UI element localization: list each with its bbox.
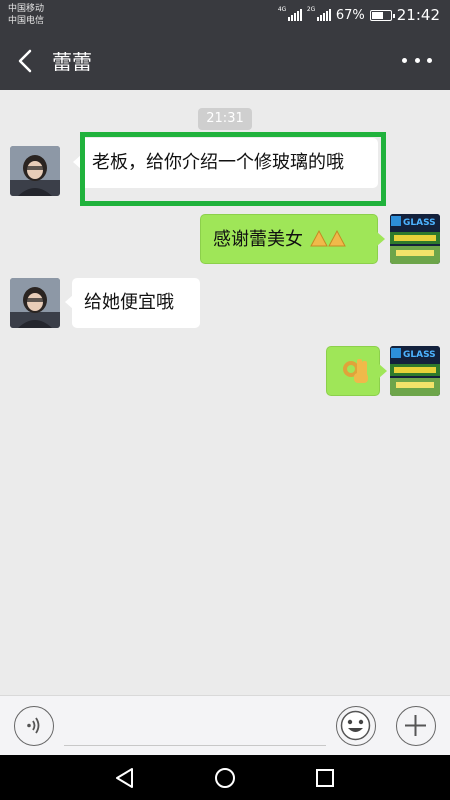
back-arrow-icon[interactable] — [14, 48, 38, 74]
battery-fill — [371, 11, 384, 19]
glass-logo-text: GLASS — [403, 218, 436, 228]
battery-percent: 67% — [335, 7, 365, 23]
message-input[interactable] — [64, 745, 326, 746]
message-bubble-outgoing[interactable]: 感谢蕾美女 — [200, 214, 385, 264]
battery-icon — [369, 9, 395, 21]
nav-back-icon[interactable] — [112, 765, 138, 791]
ok-hand-emoji-icon — [343, 359, 368, 383]
my-avatar[interactable]: GLASS — [390, 346, 440, 396]
highlight-box — [80, 132, 386, 206]
contact-avatar[interactable] — [10, 146, 60, 196]
signal-icon-2: 2G — [306, 6, 331, 21]
status-indicators: 4G 2G 67% 21:42 — [278, 6, 440, 24]
plus-icon[interactable] — [396, 706, 436, 746]
message-bubble-incoming[interactable]: 给她便宜哦 — [65, 278, 200, 328]
pray-emoji-icon — [309, 229, 346, 247]
network-type-1: 4G — [277, 6, 287, 13]
message-timestamp: 21:31 — [198, 108, 252, 130]
voice-icon[interactable] — [14, 706, 54, 746]
smiley-icon[interactable] — [336, 706, 376, 746]
top-bar: 中国移动 中国电信 4G 2G 67% 21:42 蕾蕾 — [0, 0, 450, 90]
glass-logo-text: GLASS — [403, 350, 436, 360]
message-bubble-outgoing[interactable] — [326, 346, 387, 396]
clock: 21:42 — [396, 6, 440, 24]
chat-title: 蕾蕾 — [52, 50, 92, 74]
title-bar: 蕾蕾 — [0, 32, 450, 90]
carrier-1: 中国移动 — [8, 4, 45, 14]
message-text: 感谢蕾美女 — [213, 229, 303, 250]
contact-avatar[interactable] — [10, 278, 60, 328]
network-type-2: 2G — [306, 6, 316, 13]
nav-recents-icon[interactable] — [312, 765, 338, 791]
carrier-2: 中国电信 — [8, 16, 45, 26]
signal-icon: 4G — [277, 6, 302, 21]
more-options-icon[interactable] — [402, 50, 432, 70]
nav-home-icon[interactable] — [212, 765, 238, 791]
my-avatar[interactable]: GLASS — [390, 214, 440, 264]
carrier-labels: 中国移动 中国电信 — [8, 3, 44, 27]
system-navbar — [0, 755, 450, 800]
message-text: 给她便宜哦 — [84, 292, 174, 313]
status-bar: 中国移动 中国电信 4G 2G 67% 21:42 — [0, 0, 450, 32]
message-composer — [0, 695, 450, 755]
